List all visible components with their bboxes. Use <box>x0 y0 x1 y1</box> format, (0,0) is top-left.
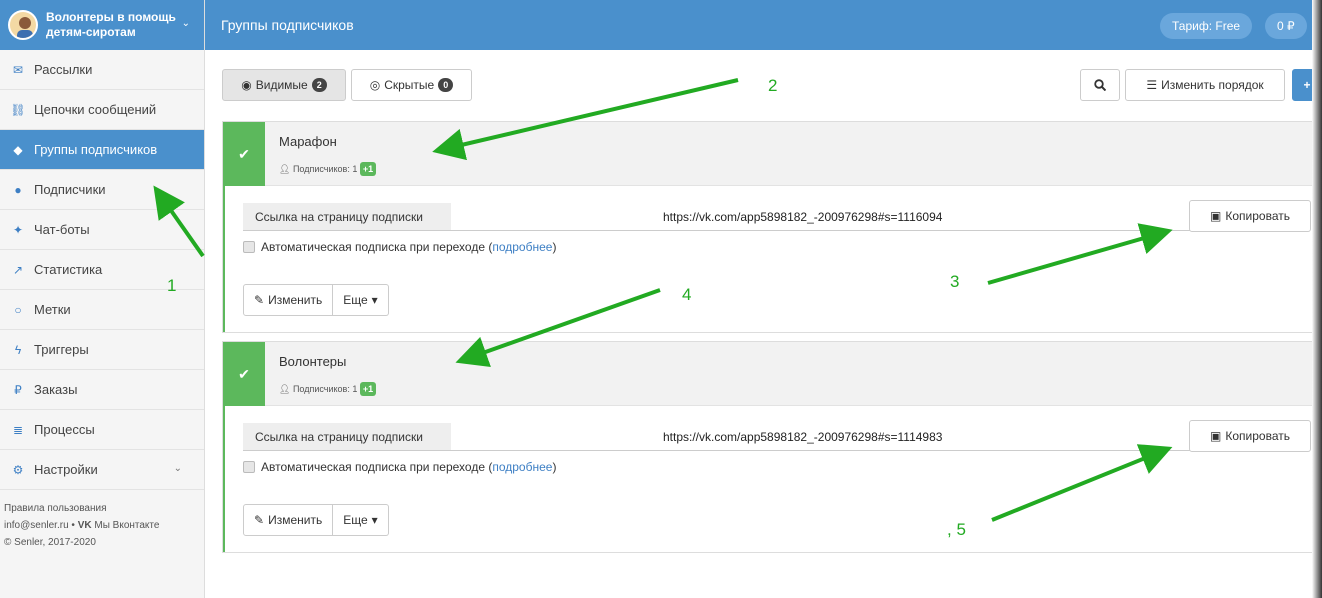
top-bar: Группы подписчиков Тариф: Free 0 ₽ <box>205 0 1322 50</box>
annotation-label-3: 3 <box>950 272 960 291</box>
annotation-label-5: , 5 <box>947 520 966 539</box>
tariff-badge[interactable]: Тариф: Free <box>1160 13 1253 39</box>
sidebar-item-chains[interactable]: ⛓ Цепочки сообщений <box>0 90 204 130</box>
balance-badge[interactable]: 0 ₽ <box>1265 13 1307 39</box>
subscription-url[interactable]: https://vk.com/app5898182_-200976298#s=1… <box>663 203 942 231</box>
sidebar-item-tags[interactable]: ○ Метки <box>0 290 204 330</box>
group-actions: ✎ Изменить Еще ▾ <box>243 504 389 536</box>
sidebar-item-mailings[interactable]: ✉ Рассылки <box>0 50 204 90</box>
more-dropdown[interactable]: Еще ▾ <box>333 504 389 536</box>
sidebar-nav: ✉ Рассылки ⛓ Цепочки сообщений ◆ Группы под… <box>0 50 204 490</box>
reorder-button[interactable]: ☰ Изменить порядок <box>1125 69 1285 101</box>
annotation-label-2: 2 <box>768 76 778 95</box>
visible-count-badge: 2 <box>311 78 327 92</box>
check-icon[interactable]: ✔ <box>223 122 265 186</box>
annotation-label-4: 4 <box>682 285 692 304</box>
avatar <box>8 10 38 40</box>
auto-subscribe-row: Автоматическая подписка при переходе (по… <box>243 240 556 254</box>
clipboard-icon: ▣ <box>1210 209 1222 223</box>
circle-icon: ○ <box>14 302 22 317</box>
eye-icon: ◉ <box>241 78 252 92</box>
sidebar-item-triggers[interactable]: ϟ Триггеры <box>0 330 204 370</box>
pencil-icon: ✎ <box>254 293 265 307</box>
window-edge <box>1312 0 1322 598</box>
sidebar-item-groups[interactable]: ◆ Группы подписчиков <box>0 130 204 170</box>
auto-subscribe-checkbox[interactable] <box>243 241 255 253</box>
delta-badge: +1 <box>359 162 377 176</box>
delta-badge: +1 <box>359 382 377 396</box>
tags-icon: ◆ <box>13 142 23 157</box>
group-body: Ссылка на страницу подписки https://vk.c… <box>223 406 1321 552</box>
list-icon: ☰ <box>1146 78 1158 92</box>
subscribers-count: 👤︎ Подписчиков: 1 +1 <box>279 382 377 396</box>
check-icon[interactable]: ✔ <box>223 342 265 406</box>
auto-subscribe-checkbox[interactable] <box>243 461 255 473</box>
group-header[interactable]: ✔ Волонтеры 👤︎ Подписчиков: 1 +1 <box>223 342 1321 406</box>
details-link[interactable]: подробнее <box>492 460 552 474</box>
link-label: Ссылка на страницу подписки <box>243 423 451 451</box>
more-dropdown[interactable]: Еще ▾ <box>333 284 389 316</box>
group-card: ✔ Марафон 👤︎ Подписчиков: 1 +1 Ссылка на… <box>222 121 1322 333</box>
chart-line-icon: ↗ <box>12 262 24 277</box>
copyright: © Senler, 2017-2020 <box>4 537 96 548</box>
auto-subscribe-row: Автоматическая подписка при переходе (по… <box>243 460 556 474</box>
subscribers-count: 👤︎ Подписчиков: 1 +1 <box>279 162 377 176</box>
search-icon <box>1094 79 1106 91</box>
sidebar-item-orders[interactable]: ₽ Заказы <box>0 370 204 410</box>
pencil-icon: ✎ <box>254 513 265 527</box>
chain-icon: ⛓ <box>10 102 26 117</box>
group-name: Марафон <box>279 134 337 149</box>
copy-button[interactable]: ▣ Копировать <box>1189 200 1311 232</box>
terms-link[interactable]: Правила пользования <box>4 500 200 517</box>
annotation-label-1: 1 <box>167 276 177 295</box>
sidebar-footer: Правила пользования info@senler.ru • VK … <box>0 490 204 561</box>
user-icon: 👤︎ <box>279 164 291 174</box>
sidebar-item-subscribers[interactable]: ● Подписчики <box>0 170 204 210</box>
vk-icon: VK <box>77 520 95 531</box>
details-link[interactable]: подробнее <box>492 240 552 254</box>
cogs-icon: ⚙ <box>12 462 24 477</box>
sidebar: Волонтеры в помощь детям-сиротам ⌄ ✉ Расс… <box>0 0 205 598</box>
caret-down-icon: ▾ <box>371 513 378 527</box>
bolt-icon: ϟ <box>14 342 22 357</box>
group-name: Волонтеры <box>279 354 347 369</box>
sidebar-item-processes[interactable]: ≣ Процессы <box>0 410 204 450</box>
hidden-count-badge: 0 <box>438 78 454 92</box>
clipboard-icon: ▣ <box>1210 429 1222 443</box>
android-icon: ✦ <box>12 222 24 237</box>
brand-switcher[interactable]: Волонтеры в помощь детям-сиротам ⌄ <box>0 0 204 50</box>
page-title: Группы подписчиков <box>221 17 354 33</box>
visible-filter-button[interactable]: ◉ Видимые 2 <box>222 69 346 101</box>
search-button[interactable] <box>1080 69 1120 101</box>
divider <box>243 450 1303 451</box>
divider <box>243 230 1303 231</box>
copy-button[interactable]: ▣ Копировать <box>1189 420 1311 452</box>
contact-email[interactable]: info@senler.ru • <box>4 520 78 531</box>
caret-down-icon: ▾ <box>371 293 378 307</box>
list-icon: ≣ <box>12 422 24 437</box>
plus-icon: + <box>1303 78 1311 92</box>
brand-name: Волонтеры в помощь детям-сиротам <box>46 10 176 39</box>
hidden-filter-button[interactable]: ◎ Скрытые 0 <box>351 69 472 101</box>
group-body: Ссылка на страницу подписки https://vk.c… <box>223 186 1321 332</box>
edit-button[interactable]: ✎ Изменить <box>243 284 334 316</box>
envelope-icon: ✉ <box>12 62 24 77</box>
ruble-icon: ₽ <box>14 382 22 397</box>
edit-button[interactable]: ✎ Изменить <box>243 504 334 536</box>
chevron-down-icon[interactable]: ⌄ <box>182 18 190 29</box>
chevron-down-icon: ⌄ <box>173 463 182 474</box>
group-card: ✔ Волонтеры 👤︎ Подписчиков: 1 +1 Ссылка … <box>222 341 1322 553</box>
eye-slash-icon: ◎ <box>369 78 381 92</box>
sidebar-item-settings[interactable]: ⚙ Настройки ⌄ <box>0 450 204 490</box>
subscription-url[interactable]: https://vk.com/app5898182_-200976298#s=1… <box>663 423 942 451</box>
link-label: Ссылка на страницу подписки <box>243 203 451 231</box>
user-icon: 👤︎ <box>279 384 291 394</box>
group-header[interactable]: ✔ Марафон 👤︎ Подписчиков: 1 +1 <box>223 122 1321 186</box>
users-icon: ● <box>14 182 22 197</box>
group-actions: ✎ Изменить Еще ▾ <box>243 284 389 316</box>
sidebar-item-chatbots[interactable]: ✦ Чат-боты <box>0 210 204 250</box>
vk-link[interactable]: Мы Вконтакте <box>94 520 159 531</box>
